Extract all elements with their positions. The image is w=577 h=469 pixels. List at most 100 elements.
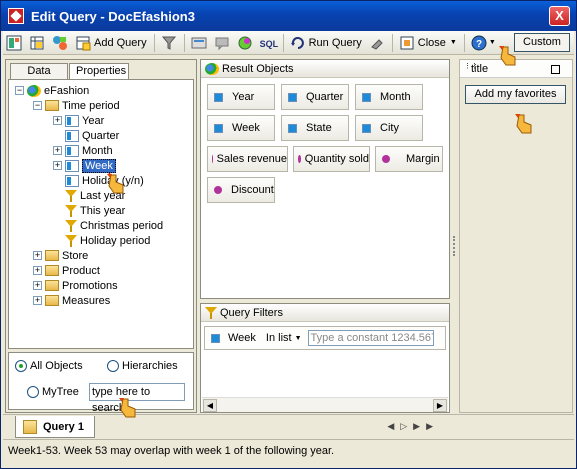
combined-query-icon [52,35,68,51]
query-filters-title: Query Filters [220,306,283,319]
filter-icon [65,234,77,247]
collapse-icon[interactable]: − [33,101,42,110]
all-objects-radio[interactable]: All Objects [15,360,83,373]
chip-label: Quantity sold [304,153,369,165]
scope-icon [237,35,253,51]
universe-tree: − eFashion − Time period + Year Quarter + Mo… [8,79,194,349]
dimension-icon [214,92,223,102]
result-object-quarter[interactable]: Quarter [281,84,349,110]
tree-item-holiday[interactable]: Holiday (y/n) [65,173,144,188]
chip-label: State [306,122,332,134]
help-icon: ? [471,35,487,51]
purge-button[interactable] [366,33,388,53]
tree-item-holiday-period[interactable]: Holiday period [65,233,150,248]
measure-icon [214,186,222,194]
query-tab-strip: Query 1 ◀▷▶▶ [3,414,574,438]
combined-query-button[interactable] [49,33,71,53]
tree-item-year[interactable]: + Year [53,113,104,128]
view-options: All Objects Hierarchies MyTree type here… [8,352,194,414]
result-object-week[interactable]: Week [207,115,275,141]
splitter-handle[interactable] [453,236,455,256]
hierarchies-radio[interactable]: Hierarchies [107,360,178,373]
view-data-button[interactable] [26,33,48,53]
tab-data[interactable]: Data [10,63,68,79]
expand-icon[interactable]: + [33,251,42,260]
dimension-icon [65,159,79,172]
tab-properties[interactable]: Properties [69,63,129,79]
collapse-icon[interactable]: − [15,86,24,95]
left-panel: Data Properties − eFashion − Time period +… [5,59,197,414]
result-object-sales-revenue[interactable]: Sales revenue [207,146,288,172]
filter-operator[interactable]: In list [266,332,292,344]
dimension-icon [362,92,371,102]
view-sql-button[interactable]: SQL [257,33,279,53]
custom-button[interactable]: Custom [514,33,570,52]
tree-item-month[interactable]: + Month [53,143,113,158]
run-query-button[interactable]: Run Query [287,33,365,53]
tab-navigation[interactable]: ◀▷▶▶ [387,421,439,432]
tree-label: Store [62,249,89,262]
add-query-label: Add Query [94,36,147,49]
tree-label: Year [82,114,105,127]
result-objects-panel: Result Objects Year Quarter Month Week S… [200,59,450,299]
expand-icon[interactable]: + [53,116,62,125]
tree-item-measures[interactable]: + Measures [33,293,110,308]
tree-label-selected: Week [82,158,116,173]
chevron-down-icon[interactable]: ▼ [489,39,496,46]
query-filter-row[interactable]: Week In list ▼ Type a constant 1234.567 [204,326,446,350]
properties-button[interactable] [188,33,210,53]
scope-button[interactable] [234,33,256,53]
view-structure-button[interactable] [3,33,25,53]
expand-icon[interactable]: + [33,296,42,305]
pointer-hand-icon [515,113,537,135]
tree-label: Product [62,264,100,277]
result-object-state[interactable]: State [281,115,349,141]
tree-item-store[interactable]: + Store [33,248,88,263]
help-button[interactable]: ? ▼ [468,33,499,53]
dimension-icon [288,123,297,133]
tree-item-time-period[interactable]: − Time period [33,98,120,113]
left-tabs: Data Properties [10,63,130,79]
chip-label: Margin [406,153,440,165]
radio-off-icon [107,360,119,373]
result-object-margin[interactable]: Margin [375,146,443,172]
chip-label: Month [380,91,411,103]
folder-icon [45,250,59,261]
result-object-quantity-sold[interactable]: Quantity sold [293,146,370,172]
chevron-down-icon[interactable]: ▼ [295,335,302,342]
tree-item-christmas[interactable]: Christmas period [65,218,163,233]
scroll-right-icon[interactable]: ▶ [433,399,447,412]
expand-icon[interactable]: + [33,266,42,275]
result-object-year[interactable]: Year [207,84,275,110]
chevron-down-icon[interactable]: ▼ [450,39,457,46]
close-button[interactable]: Close ▼ [396,33,460,53]
tree-item-product[interactable]: + Product [33,263,100,278]
result-object-discount[interactable]: Discount [207,177,275,203]
expand-icon[interactable]: + [53,146,62,155]
tree-item-efashion[interactable]: − eFashion [15,83,89,98]
mytree-radio[interactable]: MyTree [27,386,79,399]
dimension-icon [214,123,223,133]
add-favorites-button[interactable]: Add my favorites [465,85,566,104]
tab-query-1[interactable]: Query 1 [15,416,95,438]
result-object-city[interactable]: City [355,115,423,141]
radio-label: Hierarchies [122,360,178,372]
scroll-left-icon[interactable]: ◀ [203,399,217,412]
close-window-button[interactable]: X [549,6,570,26]
expand-icon[interactable]: + [33,281,42,290]
universe-icon [27,84,41,97]
add-query-button[interactable]: Add Query [72,33,150,53]
filter-button[interactable] [158,33,180,53]
expand-icon[interactable]: + [53,161,62,170]
maximize-icon[interactable] [551,65,560,74]
horizontal-scrollbar[interactable]: ◀ ▶ [202,397,448,412]
comment-button[interactable] [211,33,233,53]
tree-item-promotions[interactable]: + Promotions [33,278,118,293]
constant-input[interactable]: Type a constant 1234.567 [307,330,434,346]
tree-item-quarter[interactable]: Quarter [65,128,119,143]
tree-item-week[interactable]: + Week [53,158,116,173]
result-object-month[interactable]: Month [355,84,423,110]
funnel-icon [161,35,177,51]
tree-item-this-year[interactable]: This year [65,203,125,218]
radio-on-icon [15,360,27,373]
